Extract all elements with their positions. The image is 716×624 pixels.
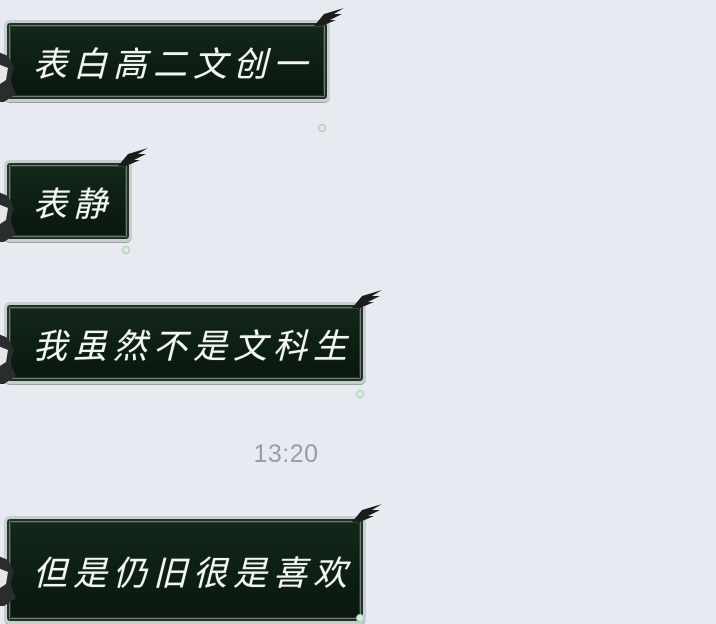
chat-thread: 表白高二文创一 表静 我虽然不是文科生 13:20 但是仍旧很是喜欢 [0,0,716,624]
wing-icon [352,504,382,522]
message-text: 表静 [33,184,113,225]
wing-icon [352,290,382,308]
avatar [0,334,16,384]
message-text: 表白高二文创一 [33,44,313,85]
message-bubble[interactable]: 但是仍旧很是喜欢 [4,516,366,624]
message-text: 我虽然不是文科生 [33,326,353,367]
timestamp: 13:20 [253,440,319,468]
corner-dot [318,124,326,132]
corner-dot [356,390,364,398]
wing-icon [118,148,148,166]
avatar [0,192,16,242]
message-row: 表白高二文创一 [0,6,350,132]
message-bubble[interactable]: 表白高二文创一 [4,20,330,102]
message-text: 但是仍旧很是喜欢 [33,553,353,594]
wing-icon [314,8,344,26]
message-bubble[interactable]: 我虽然不是文科生 [4,302,366,384]
message-row: 但是仍旧很是喜欢 [0,502,390,624]
message-row: 表静 [0,146,160,254]
corner-dot [356,614,364,622]
avatar [0,556,16,606]
message-bubble[interactable]: 表静 [4,160,132,242]
avatar [0,52,16,102]
corner-dot [122,246,130,254]
message-row: 我虽然不是文科生 [0,288,390,398]
